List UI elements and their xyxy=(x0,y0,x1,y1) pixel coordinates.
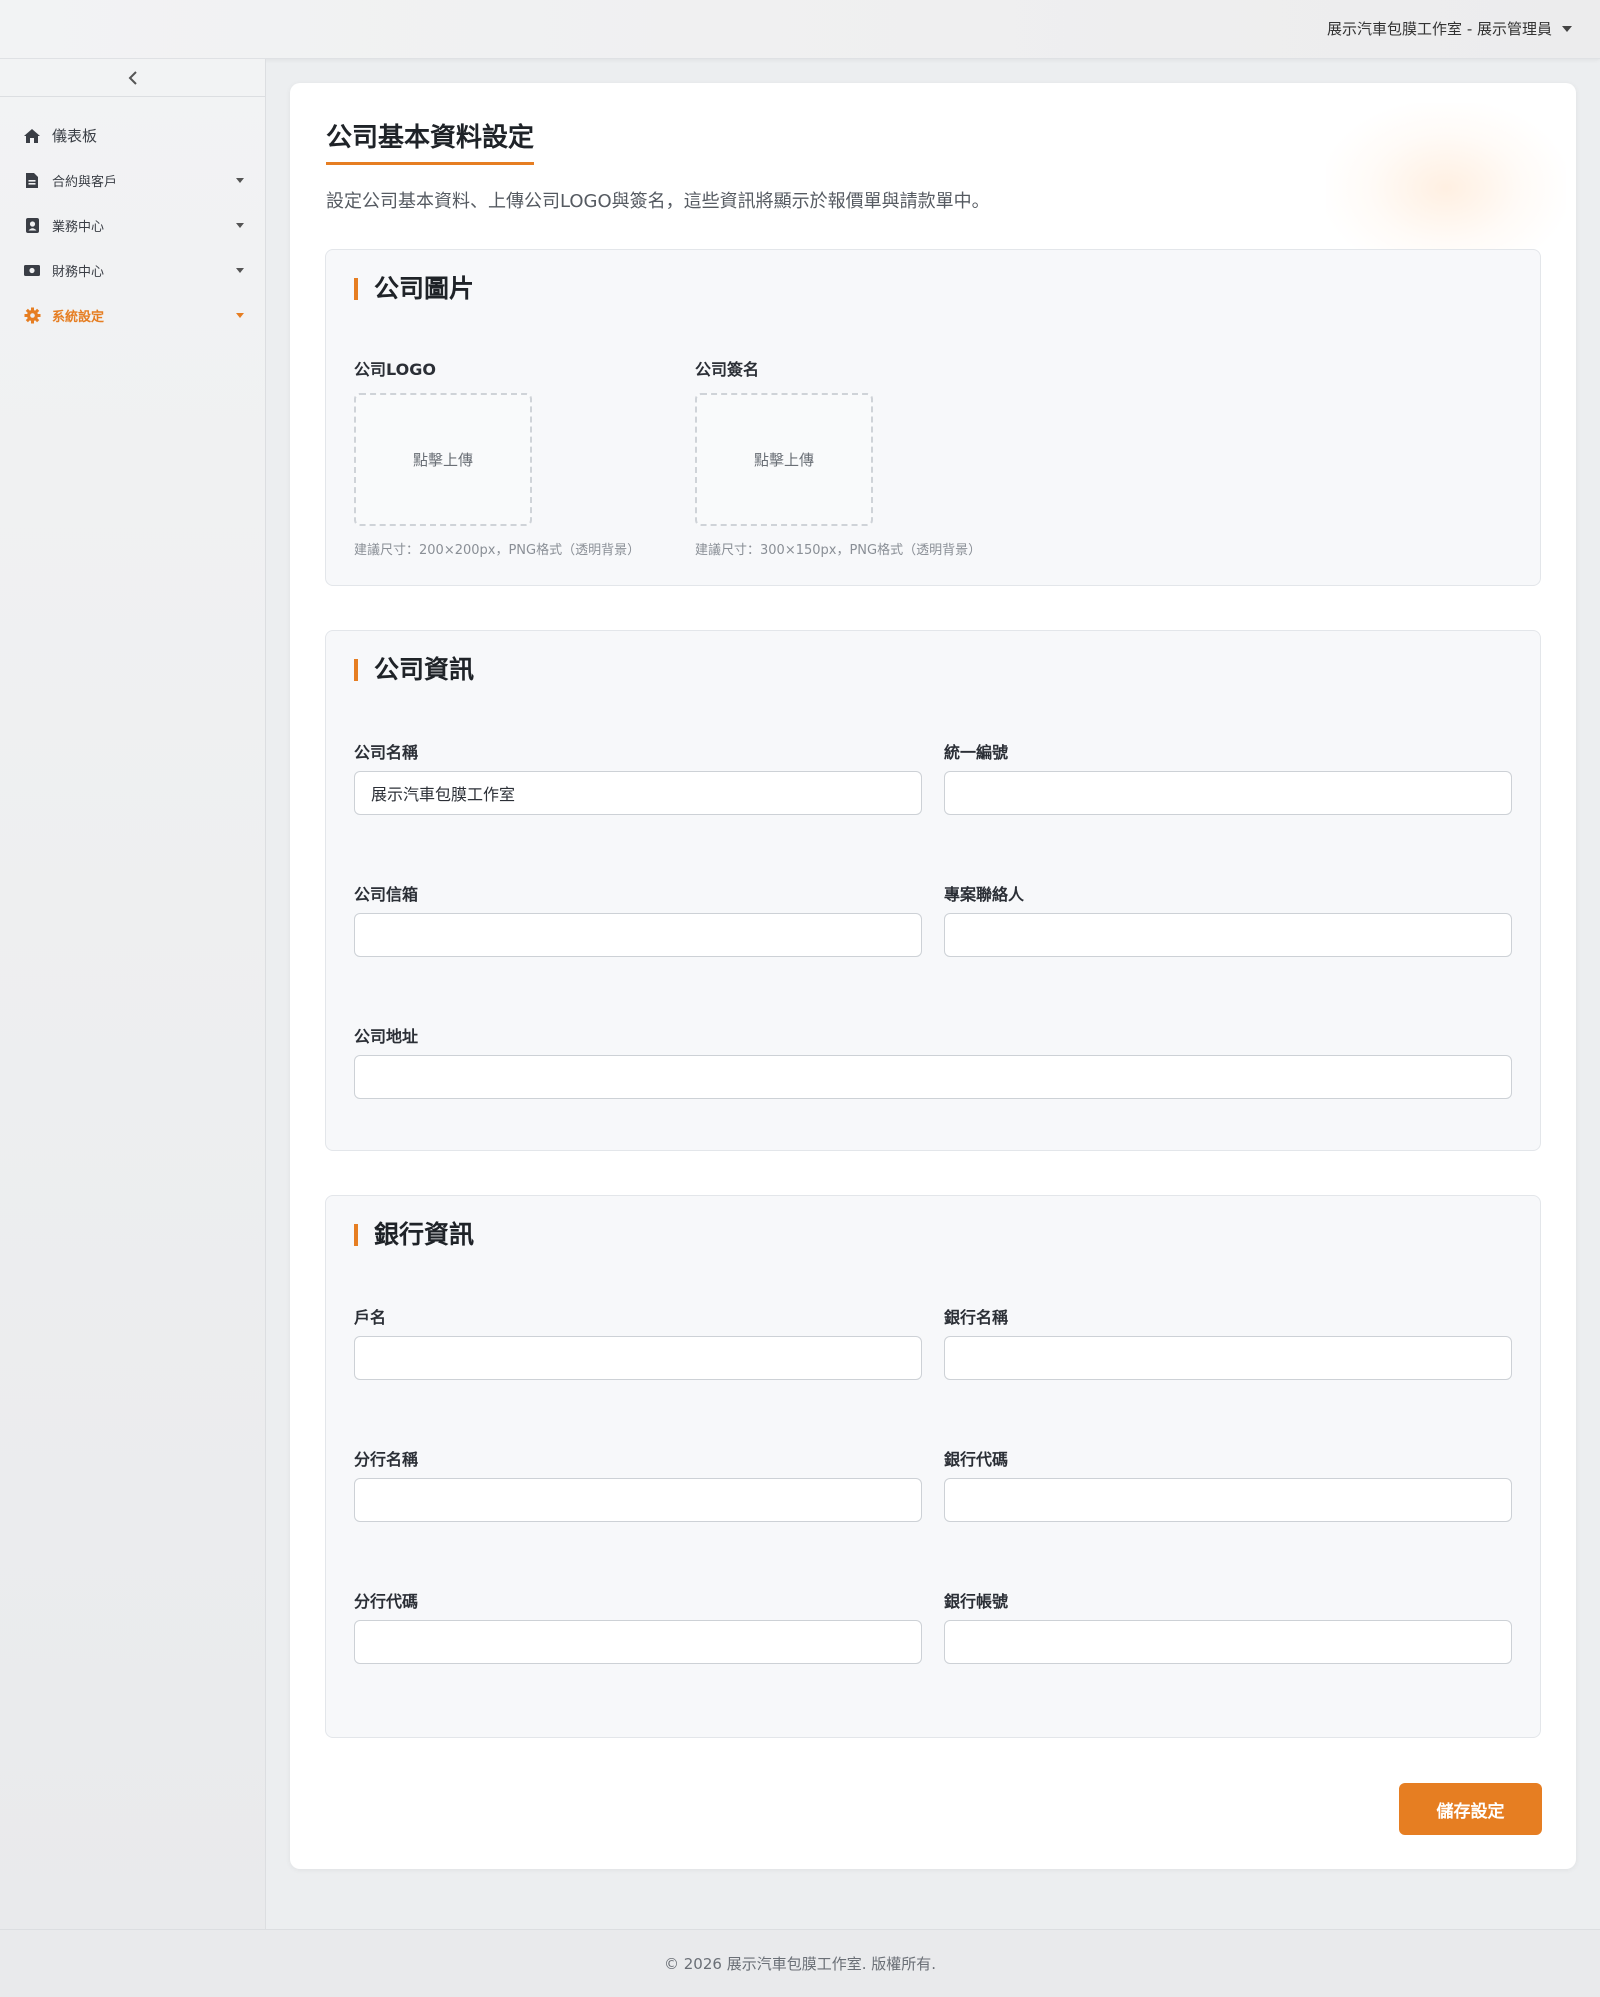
user-menu[interactable]: 展示汽車包膜工作室 - 展示管理員 xyxy=(1327,18,1572,39)
bank-name-input[interactable] xyxy=(944,1336,1512,1380)
company-email-label: 公司信箱 xyxy=(354,885,419,904)
sidebar-collapse-button[interactable] xyxy=(0,59,266,97)
company-address-input[interactable] xyxy=(354,1055,1512,1099)
images-section: 公司圖片 公司LOGO 點擊上傳 建議尺寸：200×200px，PNG格式（透明… xyxy=(325,249,1541,586)
contact-person-label: 專案聯絡人 xyxy=(944,885,1025,904)
sidebar-item-label: 合約與客戶 xyxy=(52,175,118,190)
branch-code-input[interactable] xyxy=(354,1620,922,1664)
company-address-label: 公司地址 xyxy=(354,1027,419,1046)
footer: © 2026 展示汽車包膜工作室. 版權所有. xyxy=(0,1929,1600,1997)
sidebar-item-label: 財務中心 xyxy=(52,265,105,280)
sidebar-item-label: 系統設定 xyxy=(52,310,105,325)
caret-down-icon xyxy=(236,178,244,183)
logo-hint: 建議尺寸：200×200px，PNG格式（透明背景） xyxy=(354,543,641,558)
gear-icon xyxy=(22,306,42,326)
bank-code-input[interactable] xyxy=(944,1478,1512,1522)
signature-hint: 建議尺寸：300×150px，PNG格式（透明背景） xyxy=(695,543,982,558)
sidebar-nav: 儀表板 合約與客戶 業務中心 財務中心 系統設定 xyxy=(0,113,266,338)
sidebar-item-dashboard[interactable]: 儀表板 xyxy=(0,113,266,158)
sidebar-item-label: 業務中心 xyxy=(52,220,105,235)
account-number-input[interactable] xyxy=(944,1620,1512,1664)
branch-code-label: 分行代碼 xyxy=(354,1592,419,1611)
account-name-input[interactable] xyxy=(354,1336,922,1380)
signature-label: 公司簽名 xyxy=(695,360,760,379)
sidebar-item-business[interactable]: 業務中心 xyxy=(0,203,266,248)
sidebar-item-label: 儀表板 xyxy=(52,127,98,145)
chevron-left-icon xyxy=(128,70,137,85)
company-email-input[interactable] xyxy=(354,913,922,957)
bank-info-section: 銀行資訊 戶名 銀行名稱 分行名稱 銀行代碼 分行代碼 銀行帳號 xyxy=(325,1195,1541,1738)
caret-down-icon xyxy=(236,313,244,318)
section-title: 公司資訊 xyxy=(354,657,474,682)
settings-card: 公司基本資料設定 設定公司基本資料、上傳公司LOGO與簽名，這些資訊將顯示於報價… xyxy=(290,83,1576,1869)
contact-person-input[interactable] xyxy=(944,913,1512,957)
page-title: 公司基本資料設定 xyxy=(326,117,535,165)
caret-down-icon xyxy=(236,223,244,228)
copyright-text: © 2026 展示汽車包膜工作室. 版權所有. xyxy=(663,1955,936,1973)
caret-down-icon xyxy=(236,268,244,273)
account-name-label: 戶名 xyxy=(354,1308,387,1327)
money-icon xyxy=(22,261,42,281)
section-title: 公司圖片 xyxy=(354,276,474,301)
company-name-input[interactable] xyxy=(354,771,922,815)
chevron-down-icon xyxy=(1562,25,1572,32)
decorative-glow xyxy=(1326,103,1566,273)
tax-id-input[interactable] xyxy=(944,771,1512,815)
branch-name-label: 分行名稱 xyxy=(354,1450,419,1469)
company-name-label: 公司名稱 xyxy=(354,743,419,762)
tax-id-label: 統一編號 xyxy=(944,743,1009,762)
user-menu-label: 展示汽車包膜工作室 - 展示管理員 xyxy=(1327,20,1552,38)
logo-label: 公司LOGO xyxy=(354,360,436,379)
company-info-section: 公司資訊 公司名稱 統一編號 公司信箱 專案聯絡人 公司地址 xyxy=(325,630,1541,1151)
save-settings-button[interactable]: 儲存設定 xyxy=(1399,1783,1542,1835)
home-icon xyxy=(22,126,42,146)
signature-upload-area[interactable]: 點擊上傳 xyxy=(695,393,873,526)
logo-upload-area[interactable]: 點擊上傳 xyxy=(354,393,532,526)
page-description: 設定公司基本資料、上傳公司LOGO與簽名，這些資訊將顯示於報價單與請款單中。 xyxy=(326,191,990,212)
document-icon xyxy=(22,171,42,191)
account-number-label: 銀行帳號 xyxy=(944,1592,1009,1611)
contact-card-icon xyxy=(22,216,42,236)
top-bar: 展示汽車包膜工作室 - 展示管理員 xyxy=(0,0,1600,59)
section-title: 銀行資訊 xyxy=(354,1222,474,1247)
sidebar-item-settings[interactable]: 系統設定 xyxy=(0,293,266,338)
bank-code-label: 銀行代碼 xyxy=(944,1450,1009,1469)
branch-name-input[interactable] xyxy=(354,1478,922,1522)
sidebar-item-contracts[interactable]: 合約與客戶 xyxy=(0,158,266,203)
bank-name-label: 銀行名稱 xyxy=(944,1308,1009,1327)
sidebar-item-finance[interactable]: 財務中心 xyxy=(0,248,266,293)
sidebar: 儀表板 合約與客戶 業務中心 財務中心 系統設定 xyxy=(0,59,266,1929)
